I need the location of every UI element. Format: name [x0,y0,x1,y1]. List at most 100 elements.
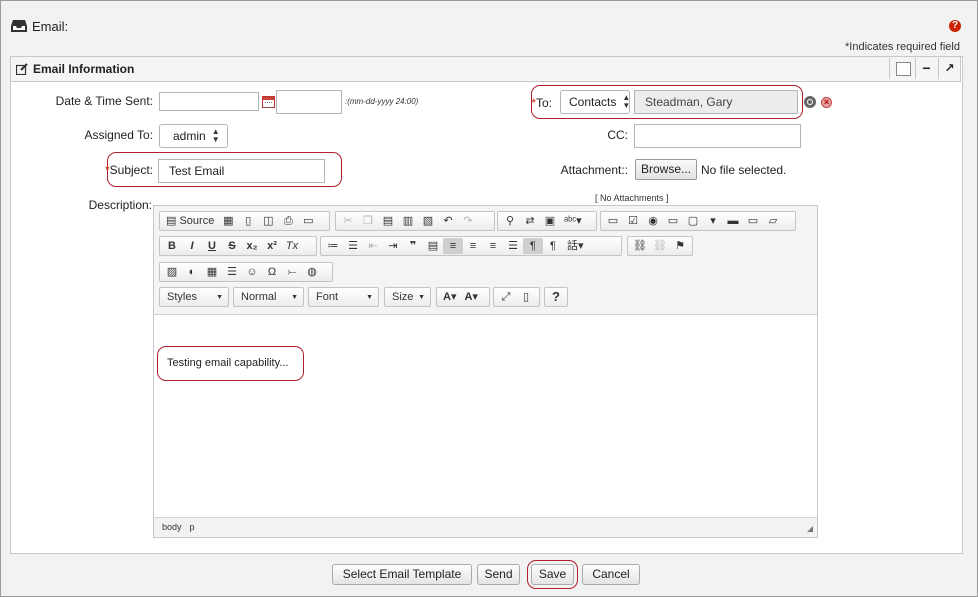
image-button-icon[interactable]: ▭ [743,213,763,229]
font-combo[interactable]: Font ▼ [308,287,379,307]
outdent-icon[interactable]: ⇤ [363,238,383,254]
source-button[interactable]: ▤ Source [162,213,218,229]
new-page-icon[interactable]: ▯ [238,213,258,229]
file-status: No file selected. [701,163,787,177]
print-icon[interactable]: ⎙ [278,213,298,229]
underline-button[interactable]: U [202,238,222,254]
indent-icon[interactable]: ⇥ [383,238,403,254]
bg-color-icon[interactable]: A▾ [460,289,481,305]
align-center-icon[interactable]: ≡ [463,238,483,254]
div-container-icon[interactable]: ▤ [423,238,443,254]
edit-icon [16,63,28,75]
element-path-body[interactable]: body [162,522,182,532]
time-sent-input[interactable] [276,90,342,114]
search-icon[interactable] [804,96,816,108]
to-recipient-field[interactable]: Steadman, Gary [634,90,798,114]
show-blocks-icon[interactable]: ▯ [516,289,536,305]
find-icon[interactable]: ⚲ [500,213,520,229]
calendar-icon[interactable] [262,96,275,108]
cc-label: CC: [607,128,628,142]
save-button[interactable]: Save [531,564,574,585]
italic-button[interactable]: I [182,238,202,254]
replace-icon[interactable]: ⇄ [520,213,540,229]
insert-group: ▨ ◐ ▦ ☰ ☺ Ω ⤚ ◍ [159,262,333,282]
textarea-icon[interactable]: ▢ [683,213,703,229]
date-sent-input[interactable] [159,92,259,111]
redo-icon[interactable]: ↷ [458,213,478,229]
panel-checkbox-icon[interactable] [896,62,911,76]
editor-content[interactable]: Testing email capability... [167,357,288,369]
rtl-icon[interactable]: ¶ [543,238,563,254]
styles-combo-label: Styles [167,291,197,303]
expand-icon[interactable]: ↗ [938,58,960,79]
hidden-field-icon[interactable]: ▱ [763,213,783,229]
radio-icon[interactable]: ◉ [643,213,663,229]
styles-combo[interactable]: Styles ▼ [159,287,229,307]
copy-icon[interactable]: ❐ [358,213,378,229]
assigned-to-select[interactable]: admin ▲ ▼ [159,124,228,148]
strikethrough-button[interactable]: S [222,238,242,254]
flash-icon[interactable]: ◐ [182,264,202,280]
form-icon[interactable]: ▭ [603,213,623,229]
clear-icon[interactable]: × [821,97,832,108]
iframe-icon[interactable]: ◍ [302,264,322,280]
link-icon[interactable]: ⛓ [630,238,650,254]
cancel-button[interactable]: Cancel [582,564,640,585]
to-type-select[interactable]: Contacts ▲ ▼ [560,90,630,114]
subject-input[interactable]: Test Email [158,159,325,183]
unlink-icon[interactable]: ⛓ [650,238,670,254]
dropdown-arrow-icon: ▼ [366,293,373,301]
cc-input[interactable] [634,124,801,148]
minimize-icon[interactable]: − [915,58,937,79]
text-field-icon[interactable]: ▭ [663,213,683,229]
select-template-button[interactable]: Select Email Template [332,564,472,585]
align-left-icon[interactable]: ≡ [443,238,463,254]
help-group: ? [544,287,568,307]
links-group: ⛓ ⛓ ⚑ [627,236,693,256]
table-icon[interactable]: ▦ [202,264,222,280]
resize-handle-icon[interactable] [807,526,813,532]
language-icon[interactable]: 話▾ [563,238,588,254]
superscript-button[interactable]: x² [262,238,282,254]
anchor-icon[interactable]: ⚑ [670,238,690,254]
button-icon[interactable]: ▬ [723,213,743,229]
preview-icon[interactable]: ◫ [258,213,278,229]
templates-icon[interactable]: ▭ [298,213,318,229]
size-combo[interactable]: Size ▼ [384,287,431,307]
cut-icon[interactable]: ✂ [338,213,358,229]
horizontal-line-icon[interactable]: ☰ [222,264,242,280]
undo-icon[interactable]: ↶ [438,213,458,229]
select-field-icon[interactable]: ▾ [703,213,723,229]
remove-format-button[interactable]: Tx [282,238,302,254]
subscript-button[interactable]: x₂ [242,238,262,254]
special-char-icon[interactable]: Ω [262,264,282,280]
help-icon[interactable]: ? [949,20,961,32]
about-button[interactable]: ? [547,289,565,305]
to-type-value: Contacts [569,95,617,109]
smiley-icon[interactable]: ☺ [242,264,262,280]
paste-word-icon[interactable]: ▧ [418,213,438,229]
checkbox-icon[interactable]: ☑ [623,213,643,229]
justify-icon[interactable]: ☰ [503,238,523,254]
bulleted-list-icon[interactable]: ☰ [343,238,363,254]
align-right-icon[interactable]: ≡ [483,238,503,254]
paste-icon[interactable]: ▤ [378,213,398,229]
browse-button[interactable]: Browse... [635,159,697,180]
maximize-icon[interactable]: ⤢ [496,289,516,305]
no-attachments-note: [ No Attachments ] [595,193,669,203]
paste-text-icon[interactable]: ▥ [398,213,418,229]
image-icon[interactable]: ▨ [162,264,182,280]
send-button[interactable]: Send [477,564,520,585]
numbered-list-icon[interactable]: ≔ [323,238,343,254]
bold-button[interactable]: B [162,238,182,254]
element-path-p[interactable]: p [190,522,195,532]
blockquote-icon[interactable]: ❞ [403,238,423,254]
format-combo[interactable]: Normal ▼ [233,287,304,307]
ltr-icon[interactable]: ¶ [523,238,543,254]
page-break-icon[interactable]: ⤚ [282,264,302,280]
text-color-icon[interactable]: A▾ [439,289,460,305]
page-title: Email: [32,19,69,34]
save-icon[interactable]: ▦ [218,213,238,229]
select-all-icon[interactable]: ▣ [540,213,560,229]
spellcheck-icon[interactable]: ᵃᵇᶜ▾ [560,213,586,229]
